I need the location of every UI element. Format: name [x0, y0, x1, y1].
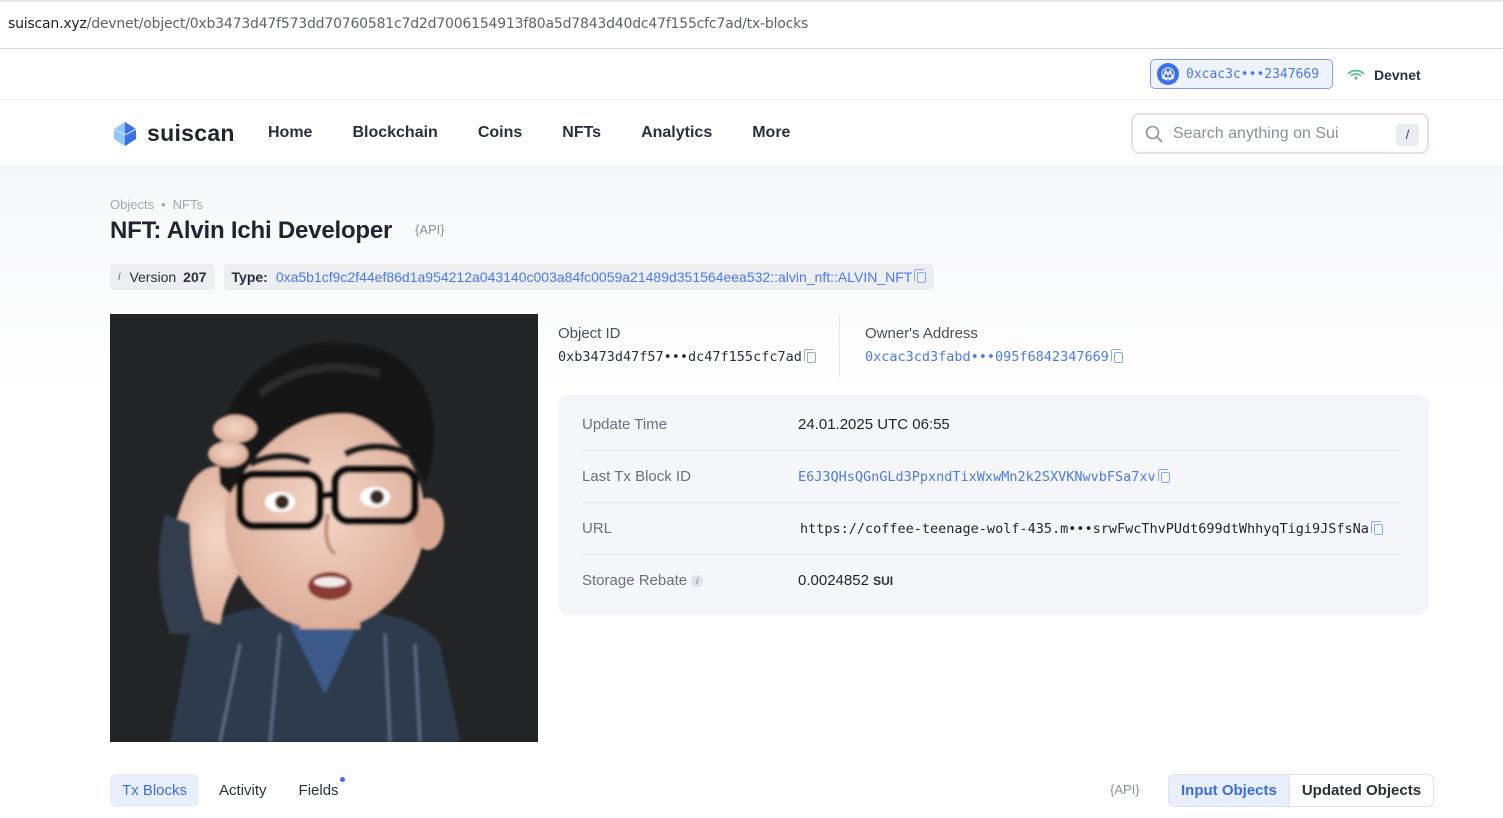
search-icon — [1145, 125, 1163, 142]
copy-icon[interactable] — [914, 268, 927, 283]
url-text[interactable]: suiscan.xyz/devnet/object/0xb3473d47f573… — [8, 16, 808, 32]
version-label: Version — [129, 269, 177, 285]
search-placeholder: Search anything on Sui — [1173, 124, 1339, 142]
nav-item-nfts[interactable]: NFTs — [562, 124, 601, 142]
tab-tx-blocks[interactable]: Tx Blocks — [110, 774, 200, 807]
storage-rebate-value: 0.0024852 — [798, 572, 869, 589]
breadcrumb-objects[interactable]: Objects — [110, 197, 154, 212]
copy-icon[interactable] — [1110, 348, 1123, 363]
nav-menu: Home Blockchain Coins NFTs Analytics Mor… — [268, 124, 830, 142]
detail-value: https://coffee-teenage-wolf-435.m•••srwF… — [800, 520, 1383, 537]
divider — [839, 315, 840, 377]
segment-updated-objects[interactable]: Updated Objects — [1290, 775, 1433, 806]
detail-key: URL — [582, 520, 613, 537]
url-value[interactable]: https://coffee-teenage-wolf-435.m•••srwF… — [800, 521, 1369, 537]
version-chip: i Version 207 — [110, 264, 215, 290]
top-strip: 0xcac3c•••2347669 Devnet — [0, 49, 1503, 100]
tab-fields[interactable]: Fields — [287, 774, 351, 807]
owner-block: Owner's Address 0xcac3cd3fabd•••095f6842… — [865, 325, 1123, 365]
nav-item-more[interactable]: More — [752, 124, 790, 142]
object-id-label: Object ID — [558, 325, 621, 342]
object-meta-chips: i Version 207 Type: 0xa5b1cf9c2f44ef86d1… — [110, 264, 935, 290]
breadcrumb-nfts[interactable]: NFTs — [173, 197, 203, 212]
wallet-button[interactable]: 0xcac3c•••2347669 — [1150, 59, 1333, 89]
browser-top-edge — [0, 0, 1503, 2]
owner-label: Owner's Address — [865, 325, 978, 342]
url-path: /devnet/object/0xb3473d47f573dd70760581c… — [86, 16, 809, 32]
detail-key: Update Time — [582, 416, 668, 433]
detail-value: E6J3QHsQGnGLd3PpxndTixWxwMn2k2SXVKNwvbFS… — [798, 468, 1170, 485]
copy-icon[interactable] — [803, 348, 816, 363]
suiscan-logo[interactable]: suiscan — [110, 117, 235, 149]
object-id-block: Object ID 0xb3473d47f57•••dc47f155cfc7ad — [558, 325, 816, 365]
detail-key: Last Tx Block ID — [582, 468, 691, 485]
api-link[interactable]: {API} — [415, 222, 445, 237]
copy-icon[interactable] — [1370, 520, 1383, 535]
tx-api-link[interactable]: {API} — [1110, 782, 1140, 797]
network-selector[interactable]: Devnet — [1346, 66, 1421, 83]
browser-address-bar[interactable]: suiscan.xyz/devnet/object/0xb3473d47f573… — [0, 0, 1503, 49]
logo-text: suiscan — [147, 119, 235, 146]
detail-value: 24.01.2025 UTC 06:55 — [798, 416, 950, 433]
detail-key: Storage Rebate i — [582, 572, 704, 589]
network-label: Devnet — [1374, 66, 1421, 83]
object-page: Objects • NFTs NFT: Alvin Ichi Developer… — [0, 167, 1503, 818]
breadcrumb-separator: • — [161, 197, 166, 212]
page-title: NFT: Alvin Ichi Developer — [110, 217, 393, 244]
detail-row-storage-rebate: Storage Rebate i 0.0024852 SUI — [582, 555, 1405, 607]
object-tabs: Tx Blocks Activity Fields — [110, 774, 359, 807]
version-value: 207 — [183, 269, 207, 285]
object-id-value: 0xb3473d47f57•••dc47f155cfc7ad — [558, 348, 816, 365]
detail-row-update-time: Update Time 24.01.2025 UTC 06:55 — [582, 399, 1405, 451]
details-panel: Update Time 24.01.2025 UTC 06:55 Last Tx… — [558, 395, 1429, 615]
detail-row-url: URL https://coffee-teenage-wolf-435.m•••… — [582, 503, 1405, 555]
info-icon[interactable]: i — [691, 575, 704, 588]
suiscan-logo-icon — [113, 122, 137, 146]
type-label: Type: — [231, 269, 268, 285]
last-tx-link[interactable]: E6J3QHsQGnGLd3PpxndTixWxwMn2k2SXVKNwvbFS… — [798, 469, 1156, 485]
type-chip: Type: 0xa5b1cf9c2f44ef86d1a954212a043140… — [223, 264, 935, 290]
wallet-address: 0xcac3c•••2347669 — [1186, 66, 1320, 82]
breadcrumb: Objects • NFTs — [110, 197, 203, 212]
sui-unit: SUI — [873, 574, 894, 588]
new-indicator-dot — [339, 777, 345, 782]
info-icon: i — [118, 271, 121, 283]
tab-activity[interactable]: Activity — [207, 774, 279, 807]
segment-input-objects[interactable]: Input Objects — [1169, 775, 1290, 806]
type-value-link[interactable]: 0xa5b1cf9c2f44ef86d1a954212a043140c003a8… — [276, 269, 913, 285]
storage-rebate-label: Storage Rebate — [582, 572, 688, 589]
nav-item-analytics[interactable]: Analytics — [641, 124, 712, 142]
owner-value: 0xcac3cd3fabd•••095f6842347669 — [865, 348, 1123, 365]
search-shortcut-key: / — [1396, 124, 1419, 146]
owner-address-link[interactable]: 0xcac3cd3fabd•••095f6842347669 — [865, 349, 1109, 365]
nav-item-coins[interactable]: Coins — [478, 124, 522, 142]
detail-row-last-tx: Last Tx Block ID E6J3QHsQGnGLd3PpxndTixW… — [582, 451, 1405, 503]
main-navbar: suiscan Home Blockchain Coins NFTs Analy… — [0, 100, 1503, 167]
search-input[interactable]: Search anything on Sui / — [1131, 113, 1429, 154]
wallet-icon — [1157, 63, 1179, 85]
object-filter-segment: Input Objects Updated Objects — [1168, 774, 1435, 807]
object-ids: Object ID 0xb3473d47f57•••dc47f155cfc7ad… — [558, 315, 1428, 385]
detail-value: 0.0024852 SUI — [798, 572, 893, 589]
tab-fields-label: Fields — [298, 782, 339, 799]
nft-image — [110, 314, 538, 742]
url-host: suiscan.xyz — [8, 16, 87, 32]
nav-item-blockchain[interactable]: Blockchain — [352, 124, 437, 142]
copy-icon[interactable] — [1157, 468, 1170, 483]
signal-icon — [1346, 66, 1366, 83]
nav-item-home[interactable]: Home — [268, 124, 312, 142]
object-id-text: 0xb3473d47f57•••dc47f155cfc7ad — [558, 349, 802, 365]
